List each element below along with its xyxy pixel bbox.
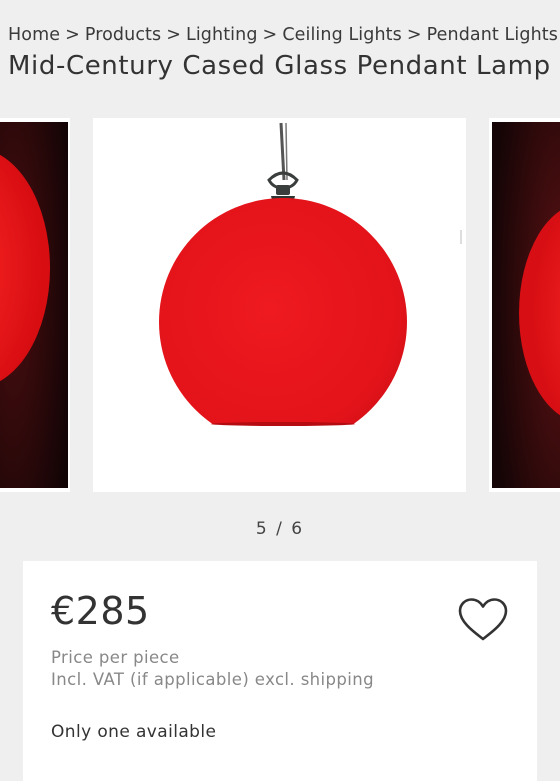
carousel-slide-next[interactable] <box>489 118 560 492</box>
heart-outline-icon <box>458 598 508 641</box>
breadcrumb-separator: > <box>406 25 422 45</box>
breadcrumb-separator: > <box>65 25 80 45</box>
breadcrumb-ceiling-lights[interactable]: Ceiling Lights <box>282 25 402 45</box>
image-carousel[interactable] <box>0 118 560 492</box>
purchase-card: €285 Price per piece Incl. VAT (if appli… <box>23 561 537 781</box>
lamp-photo-previous <box>0 118 70 492</box>
breadcrumb-pendant-lights[interactable]: Pendant Lights <box>427 25 558 45</box>
breadcrumb-separator: > <box>262 25 278 45</box>
favorite-button[interactable] <box>457 597 509 643</box>
price-note: Price per piece Incl. VAT (if applicable… <box>51 647 374 691</box>
carousel-slide-previous[interactable] <box>0 118 70 492</box>
red-glass-pendant-lamp-image <box>93 118 466 492</box>
breadcrumb-products[interactable]: Products <box>85 25 161 45</box>
availability-status: Only one available <box>51 722 217 742</box>
breadcrumb: Home > Products > Lighting > Ceiling Lights > Pe… <box>8 25 558 45</box>
carousel-counter: 5 / 6 <box>255 519 305 539</box>
breadcrumb-separator: > <box>166 25 181 45</box>
breadcrumb-home[interactable]: Home <box>8 25 60 45</box>
price: €285 <box>51 589 150 633</box>
carousel-slide-current[interactable] <box>93 118 466 492</box>
lamp-photo-next <box>489 118 560 492</box>
page-title: Mid-Century Cased Glass Pendant Lamp <box>8 51 551 81</box>
price-per-label: Price per piece <box>51 648 180 667</box>
breadcrumb-lighting[interactable]: Lighting <box>186 25 258 45</box>
vat-note: Incl. VAT (if applicable) excl. shipping <box>51 670 374 689</box>
